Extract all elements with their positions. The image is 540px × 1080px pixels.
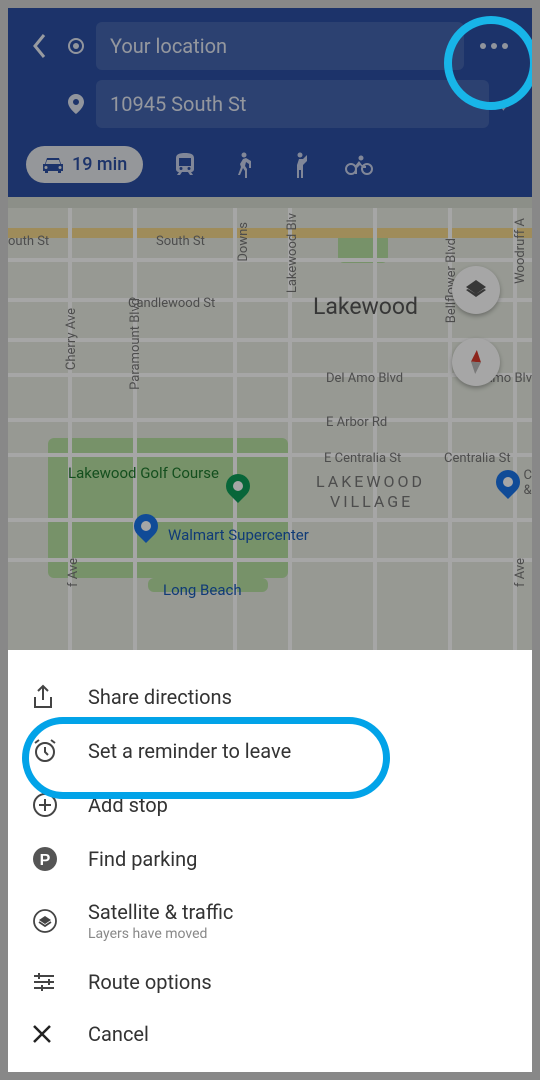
menu-share-directions[interactable]: Share directions: [8, 670, 532, 724]
menu-label: Satellite & traffic: [88, 900, 508, 924]
menu-satellite-traffic[interactable]: Satellite & traffic Layers have moved: [8, 886, 532, 956]
menu-set-reminder[interactable]: Set a reminder to leave: [8, 724, 532, 778]
sliders-icon: [32, 972, 56, 992]
menu-label: Cancel: [88, 1022, 508, 1046]
menu-route-options[interactable]: Route options: [8, 956, 532, 1008]
menu-add-stop[interactable]: Add stop: [8, 778, 532, 832]
menu-find-parking[interactable]: P Find parking: [8, 832, 532, 886]
layers-icon: [32, 908, 58, 934]
menu-label: Route options: [88, 970, 508, 994]
parking-icon: P: [32, 846, 58, 872]
share-icon: [32, 684, 54, 710]
close-icon: [32, 1024, 52, 1044]
menu-label: Share directions: [88, 685, 508, 709]
add-circle-icon: [32, 792, 58, 818]
overflow-menu-sheet: Share directions Set a reminder to leave…: [8, 650, 532, 1072]
svg-text:P: P: [40, 852, 51, 869]
alarm-icon: [32, 738, 58, 764]
menu-cancel[interactable]: Cancel: [8, 1008, 532, 1060]
menu-label: Add stop: [88, 793, 508, 817]
menu-label: Set a reminder to leave: [88, 739, 508, 763]
menu-label: Find parking: [88, 847, 508, 871]
menu-sublabel: Layers have moved: [88, 926, 508, 942]
